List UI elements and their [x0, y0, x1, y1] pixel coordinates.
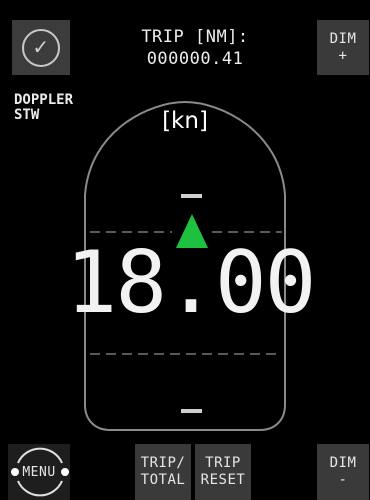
source-line1: DOPPLER	[14, 92, 74, 108]
trip-total-line1: TRIP/	[140, 455, 186, 471]
menu-button[interactable]: MENU	[8, 444, 70, 500]
dim-minus-sign: -	[338, 472, 348, 488]
checkmark-icon: ✓	[22, 28, 60, 67]
source-line2: STW	[14, 107, 40, 123]
trip-reset-button[interactable]: TRIP RESET	[195, 444, 251, 500]
dim-plus-button[interactable]: DIM +	[317, 20, 369, 75]
trip-total-button[interactable]: TRIP/ TOTAL	[135, 444, 191, 500]
dim-plus-sign: +	[338, 47, 348, 64]
dim-plus-label: DIM	[329, 30, 357, 47]
confirm-button[interactable]: ✓	[12, 20, 70, 75]
speed-source-label: DOPPLER STW	[14, 93, 73, 123]
trip-label: TRIP [NM]:	[141, 27, 249, 47]
dim-minus-button[interactable]: DIM -	[317, 444, 369, 500]
speed-value: 18.00	[65, 233, 317, 333]
trip-reset-line2: RESET	[200, 472, 246, 488]
dim-minus-label: DIM	[329, 455, 357, 471]
speed-unit-label: [kn]	[162, 108, 208, 134]
trip-reset-line1: TRIP	[205, 455, 241, 471]
trip-readout: TRIP [NM]: 000000.41	[110, 26, 280, 70]
menu-label: MENU	[22, 464, 56, 480]
trip-value: 000000.41	[146, 49, 244, 69]
trip-total-line2: TOTAL	[140, 472, 186, 488]
